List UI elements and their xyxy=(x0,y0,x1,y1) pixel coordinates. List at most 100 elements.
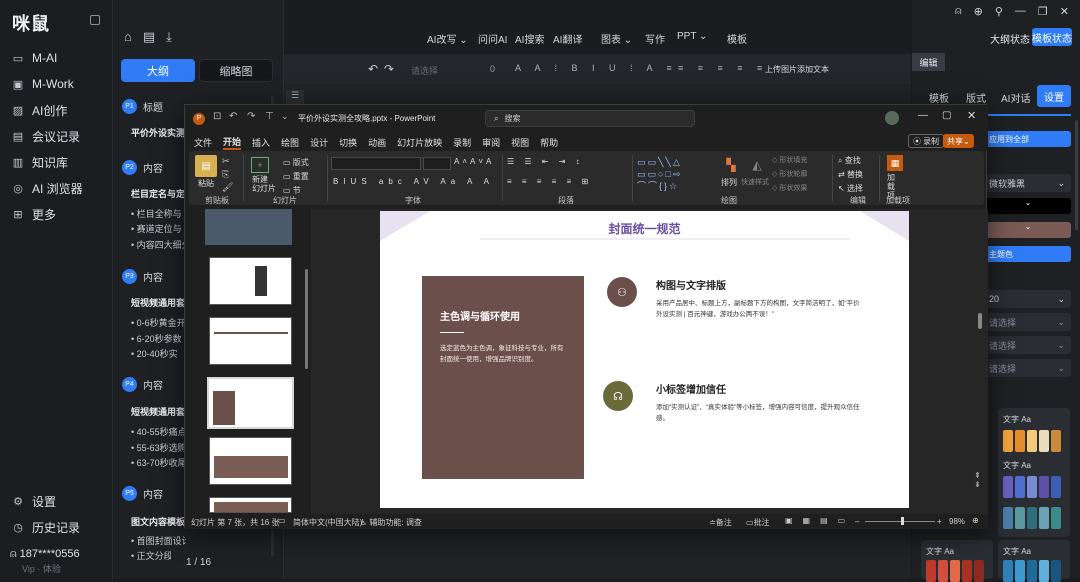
prev-next-slide-icons[interactable]: ⇞ ⇟ xyxy=(974,471,981,489)
font-family-box[interactable] xyxy=(331,157,421,170)
minimize-icon[interactable]: — xyxy=(918,110,928,121)
zoom-in-icon[interactable]: + xyxy=(937,517,942,526)
align-buttons[interactable]: ≡ ≡ ≡ ≡ ≡ xyxy=(678,63,768,73)
collapse-sidebar-icon[interactable] xyxy=(90,15,100,25)
slide-canvas[interactable]: 封面统一规范 主色调与循环使用 选定蓝色为主色调，象征科技与专业，所有封面统一使… xyxy=(380,211,909,508)
undo-icon[interactable]: ↶ xyxy=(368,62,378,76)
list-item[interactable]: • 赛道定位与 xyxy=(131,222,186,235)
select-field[interactable]: 请选择 ⌄ xyxy=(985,336,1071,354)
notes-pane-icon[interactable]: ▭ xyxy=(278,516,286,525)
menu-writing[interactable]: 写作 xyxy=(645,31,665,46)
template-state-button[interactable]: 模板状态 xyxy=(1032,28,1072,46)
upload-image-button[interactable]: 上传图片 xyxy=(765,64,797,75)
menu-ppt[interactable]: PPT ⌄ xyxy=(677,31,707,42)
zoom-out-icon[interactable]: – xyxy=(855,517,859,526)
section-title[interactable]: 短视频通用套路 xyxy=(131,296,186,309)
slide-scrollbar[interactable] xyxy=(978,313,982,329)
tab-help[interactable]: 帮助 xyxy=(540,136,558,149)
find-button[interactable]: ⌕ 查找 xyxy=(838,155,861,166)
rail-item-ai-create[interactable]: ▨ AI创作 xyxy=(12,99,68,121)
list-item[interactable]: • 内容四大细分 xyxy=(131,238,186,251)
menu-ai-rewrite[interactable]: AI改写 ⌄ xyxy=(427,31,468,46)
tab-draw[interactable]: 绘图 xyxy=(281,136,299,149)
slide-thumbnail[interactable] xyxy=(209,257,292,305)
list-item[interactable]: • 正文分段结构 xyxy=(131,549,171,562)
align-buttons[interactable]: ≡ ≡ ≡ ≡ ≡ ⊞ xyxy=(507,177,592,186)
rail-item-m-work[interactable]: ▣ M-Work xyxy=(12,73,74,95)
tab-thumbnails[interactable]: 缩略图 xyxy=(199,59,273,82)
font-style-buttons[interactable]: BIUS abc AV Aa A A xyxy=(333,177,494,186)
share-button[interactable]: 共享 ⌄ xyxy=(943,134,974,148)
tab-template[interactable]: 模板 xyxy=(929,90,949,105)
tab-settings[interactable]: 设置 xyxy=(1037,85,1071,107)
undo-icon[interactable]: ↶ xyxy=(229,111,237,122)
record-button[interactable]: ⦿ 录制 xyxy=(908,134,944,148)
download-icon[interactable]: ⤓ xyxy=(166,29,172,45)
shape-effect-button[interactable]: ◇ 形状效果 xyxy=(772,183,807,193)
comments-button[interactable]: ▭批注 xyxy=(746,517,770,528)
shape-outline-button[interactable]: ◇ 形状轮廓 xyxy=(772,169,807,179)
addins-icon[interactable]: ▦ xyxy=(887,155,903,171)
tab-home[interactable]: 开始 xyxy=(223,135,242,150)
color-picker-black[interactable]: ⌄ xyxy=(985,198,1071,214)
home-icon[interactable]: ⌂ xyxy=(124,29,132,45)
outline-section[interactable]: P2 内容 xyxy=(122,160,163,175)
section-title[interactable]: 平价外设实测全 xyxy=(131,126,186,139)
menu-template[interactable]: 模板 xyxy=(727,31,747,46)
save-icon[interactable]: ▤ xyxy=(143,29,155,45)
clipboard-tools[interactable]: ✂ ⎘ 🖌 xyxy=(222,155,233,194)
section-title[interactable]: 栏目定名与定位 xyxy=(131,187,186,200)
slide-thumbnail-active[interactable] xyxy=(207,377,294,429)
customize-toolbar-icon[interactable]: ⌄ xyxy=(281,111,289,122)
language-indicator[interactable]: 简体中文(中国大陆) xyxy=(293,517,362,528)
tab-insert[interactable]: 插入 xyxy=(252,136,270,149)
quick-styles-icon[interactable]: ◭ xyxy=(747,155,767,175)
rail-history[interactable]: ◷ 历史记录 xyxy=(12,516,80,538)
list-item[interactable]: • 0-6秒黄金开 xyxy=(131,316,186,329)
maximize-icon[interactable]: ▢ xyxy=(942,110,951,121)
menu-chart[interactable]: 图表 ⌄ xyxy=(601,31,632,46)
tab-review[interactable]: 审阅 xyxy=(482,136,500,149)
rail-item-m-ai[interactable]: ▭ M-AI xyxy=(12,47,58,69)
outline-section[interactable]: P4 内容 xyxy=(122,377,163,392)
tab-transitions[interactable]: 切换 xyxy=(339,136,357,149)
font-size-select[interactable]: 0 xyxy=(490,64,495,74)
list-item[interactable]: • 首图封面设计 xyxy=(131,534,186,547)
zoom-level[interactable]: 98% xyxy=(949,517,965,526)
tab-outline[interactable]: 大纲 xyxy=(121,59,195,82)
autosave-icon[interactable]: ⊡ xyxy=(213,111,221,122)
accessibility-status[interactable]: ♿ 辅助功能: 调查 xyxy=(360,517,422,528)
new-slide-icon[interactable]: + xyxy=(251,157,269,173)
layout-button[interactable]: ▭ 版式 xyxy=(283,157,309,168)
thumbnails-scrollbar[interactable] xyxy=(305,269,308,369)
font-grow-shrink[interactable]: A˄A˅A xyxy=(454,157,494,166)
select-field[interactable]: 请选择 ⌄ xyxy=(985,313,1071,331)
list-buttons[interactable]: ☰ ☰ ⇤ ⇥ ↕ xyxy=(507,157,584,166)
replace-button[interactable]: ⇄ 替换 xyxy=(838,169,863,180)
shapes-gallery[interactable]: ▭▭╲╲△ ▭▭○□⇨ ⌒⌒{}☆ xyxy=(637,156,713,194)
ppt-avatar[interactable] xyxy=(885,111,899,125)
rail-item-browser[interactable]: ◎ AI 浏览器 xyxy=(12,177,83,199)
right-panel-scrollbar[interactable] xyxy=(1075,120,1078,230)
list-item[interactable]: • 55-63秒选购 xyxy=(131,441,186,454)
rail-item-meeting[interactable]: ▤ 会议记录 xyxy=(12,125,80,147)
palette-card[interactable]: 文字 Aa xyxy=(998,540,1070,582)
add-text-button[interactable]: 添加文本 xyxy=(797,64,829,75)
close-icon[interactable]: ✕ xyxy=(967,109,976,122)
tab-animations[interactable]: 动画 xyxy=(368,136,386,149)
list-item[interactable]: • 栏目全称与 xyxy=(131,207,186,220)
font-family-select[interactable]: 微软雅黑 ⌄ xyxy=(985,174,1071,192)
view-buttons[interactable]: ▣▦▤▭ xyxy=(785,516,855,525)
outline-section[interactable]: P5 内容 xyxy=(122,486,163,501)
tab-slideshow[interactable]: 幻灯片放映 xyxy=(397,136,442,149)
list-item[interactable]: • 6-20秒参数 xyxy=(131,332,186,345)
menu-ask-ai[interactable]: 问问AI xyxy=(478,31,507,46)
restore-icon[interactable]: ❐ xyxy=(1038,5,1048,18)
globe-icon[interactable]: ⊕ xyxy=(974,5,983,18)
user-account[interactable]: ⍝ 187****0556 xyxy=(10,548,80,561)
list-item[interactable]: • 20-40秒实 xyxy=(131,347,186,360)
rail-settings[interactable]: ⚙ 设置 xyxy=(12,490,56,512)
outline-section[interactable]: P1 标题 xyxy=(122,99,163,114)
user-icon[interactable]: ⍝ xyxy=(955,5,962,18)
menu-ai-translate[interactable]: AI翻译 xyxy=(553,31,582,46)
